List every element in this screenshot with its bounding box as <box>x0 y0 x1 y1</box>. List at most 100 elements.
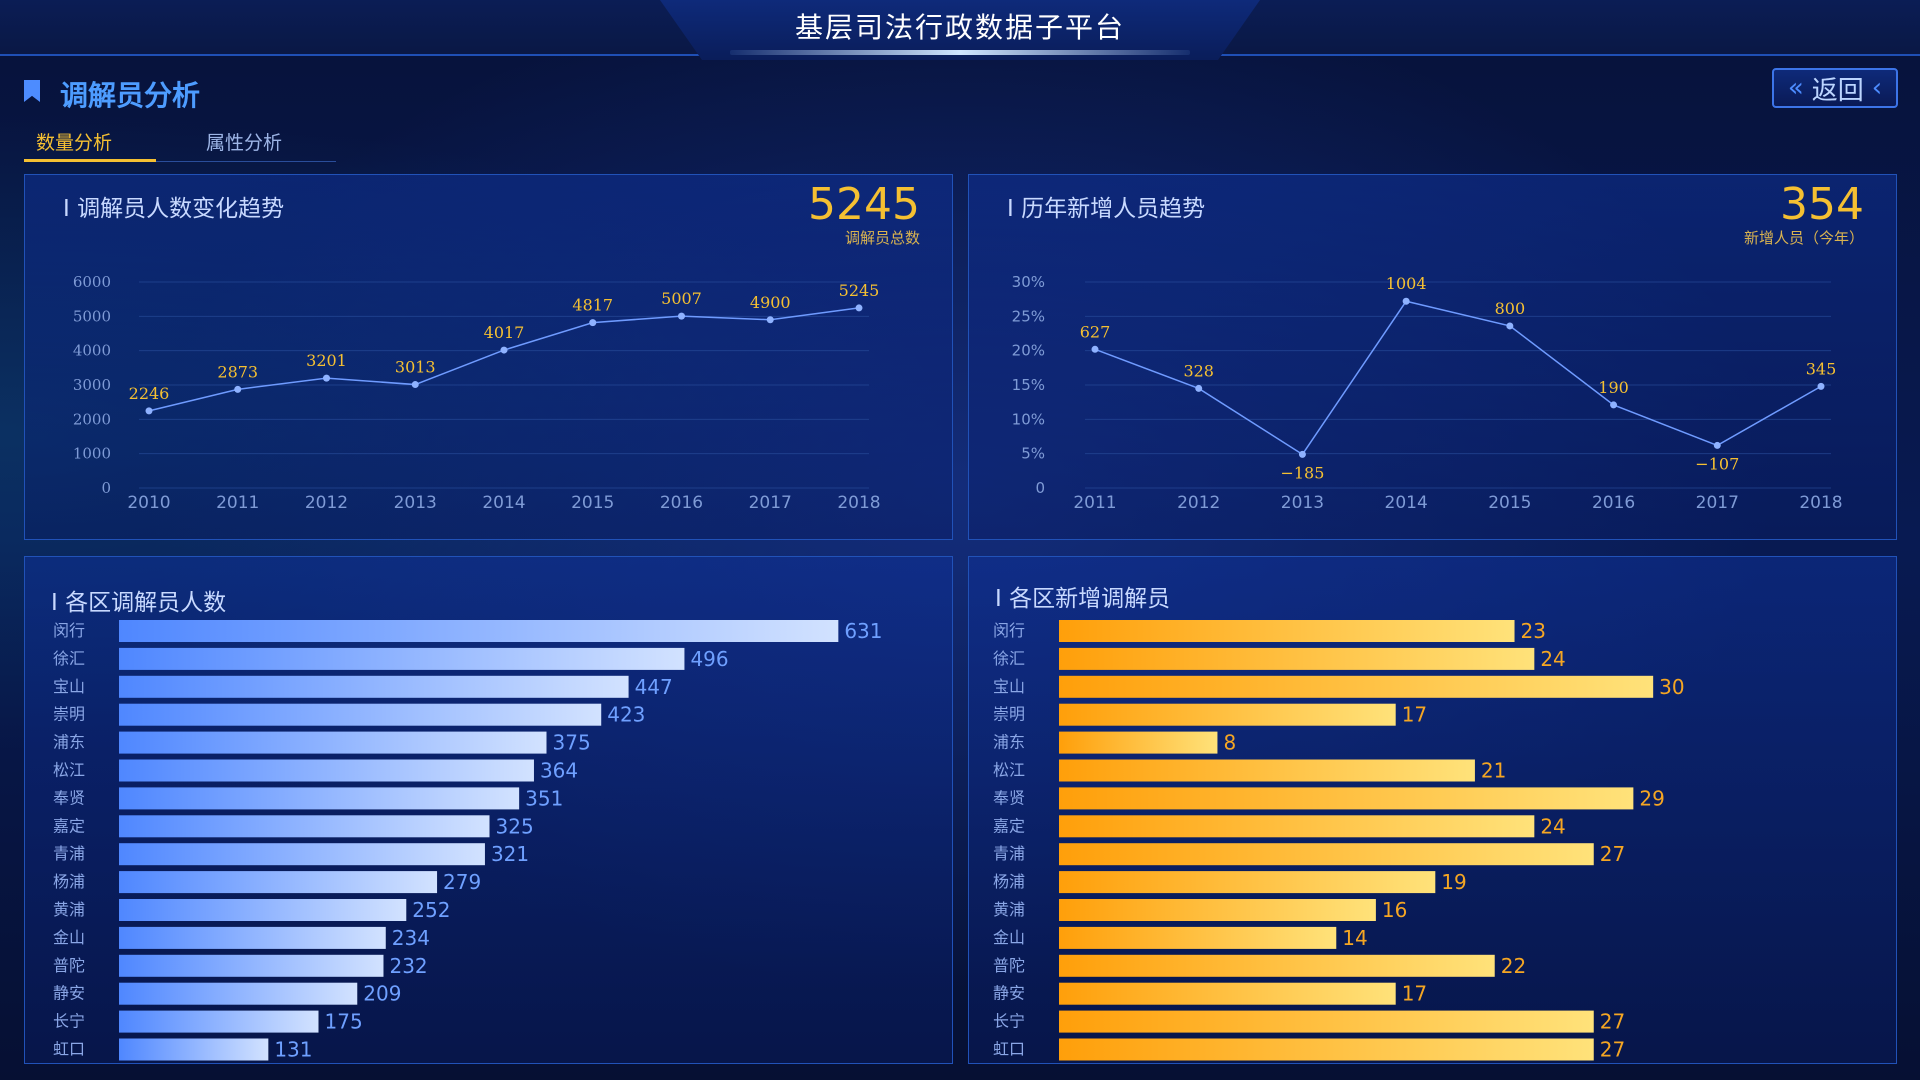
category-label: 黄浦 <box>53 900 85 919</box>
category-label: 金山 <box>993 928 1025 947</box>
data-point <box>766 316 774 324</box>
category-label: 青浦 <box>53 844 85 863</box>
category-label: 闵行 <box>53 621 85 640</box>
bar-value-label: 496 <box>690 647 728 671</box>
category-label: 浦东 <box>993 733 1025 752</box>
line-chart-mediator-count: 0 1000 2000 3000 4000 5000 6000 2010 2011 2012 201… <box>73 273 881 513</box>
bar <box>1059 954 1495 977</box>
bar <box>119 815 490 838</box>
y-tick-label: 4000 <box>73 342 111 360</box>
x-tick-label: 2016 <box>660 493 703 513</box>
bar-chart-district-new: 闵行 23 徐汇 24 宝山 30 崇明 17 浦东 8 松江 21 奉贤 29 嘉定 24 青浦 27 杨浦 19 黄… <box>993 619 1685 1062</box>
bar <box>1059 926 1337 949</box>
page-title: 调解员分析 <box>60 79 201 112</box>
bar-value-label: 24 <box>1540 814 1565 838</box>
data-label: 4900 <box>750 293 791 312</box>
tab-quantity-analysis[interactable]: 数量分析 <box>24 128 156 162</box>
tab-attribute-analysis[interactable]: 属性分析 <box>194 128 294 162</box>
category-label: 宝山 <box>53 677 85 696</box>
category-label: 杨浦 <box>993 872 1025 891</box>
x-tick-label: 2015 <box>571 493 614 513</box>
category-label: 松江 <box>993 761 1025 780</box>
data-label: 3013 <box>395 358 436 377</box>
bar-value-label: 19 <box>1441 870 1466 894</box>
bar-value-label: 8 <box>1223 731 1236 755</box>
category-label: 金山 <box>53 928 85 947</box>
data-point <box>1713 441 1721 449</box>
category-label: 长宁 <box>53 1012 85 1031</box>
bar <box>119 871 438 894</box>
bar-value-label: 364 <box>540 759 578 783</box>
x-tick-label: 2017 <box>749 493 792 513</box>
category-label: 普陀 <box>993 956 1025 975</box>
category-label: 徐汇 <box>53 649 85 668</box>
x-tick-label: 2016 <box>1592 493 1635 513</box>
data-point <box>1402 297 1410 305</box>
bar-value-label: 27 <box>1600 1038 1625 1062</box>
bar <box>119 620 839 642</box>
bar <box>1059 731 1218 754</box>
y-tick-label: 3000 <box>73 376 111 394</box>
data-label: 190 <box>1598 378 1629 397</box>
category-label: 闵行 <box>993 621 1025 640</box>
bar <box>119 926 386 949</box>
y-tick-label: 6000 <box>73 273 111 291</box>
bar-value-label: 22 <box>1501 954 1526 978</box>
x-tick-label: 2014 <box>482 493 525 513</box>
bar-value-label: 209 <box>363 982 401 1006</box>
bar-value-label: 321 <box>491 842 529 866</box>
bar-value-label: 375 <box>553 731 591 755</box>
bar <box>1059 787 1634 810</box>
bar-value-label: 17 <box>1402 703 1427 727</box>
y-tick-label: 2000 <box>73 410 111 428</box>
data-label: 345 <box>1806 359 1837 378</box>
bar <box>119 843 485 866</box>
category-label: 徐汇 <box>993 649 1025 668</box>
dashboard: 基层司法行政数据子平台 调解员分析 « 返回 ‹ 数量分析 属性分析 I 调解员… <box>0 0 1920 1080</box>
bar-value-label: 423 <box>607 703 645 727</box>
x-tick-label: 2011 <box>216 493 259 513</box>
bar <box>1059 675 1654 698</box>
y-tick-label: 5000 <box>73 307 111 325</box>
bar-value-label: 29 <box>1639 786 1664 810</box>
panel-district-mediators: I 各区调解员人数 闵行 631 徐汇 496 宝山 447 崇明 423 浦东 375 松江 364… <box>24 556 953 1064</box>
data-point <box>1610 401 1618 409</box>
bar <box>119 899 407 921</box>
bar <box>119 731 547 754</box>
bar <box>119 647 685 670</box>
app-title: 基层司法行政数据子平台 <box>794 11 1125 44</box>
back-label: 返回 <box>1811 75 1864 106</box>
data-label: 800 <box>1495 299 1526 318</box>
category-label: 奉贤 <box>993 788 1025 807</box>
x-tick-label: 2017 <box>1696 493 1739 513</box>
bar-value-label: 351 <box>525 786 563 810</box>
y-tick-label: 1000 <box>73 445 111 463</box>
bar-value-label: 232 <box>389 954 427 978</box>
category-label: 松江 <box>53 761 85 780</box>
panel-district-new: I 各区新增调解员 闵行 23 徐汇 24 宝山 30 崇明 17 浦东 8 松江 21 奉贤 29 嘉定 2… <box>968 556 1897 1064</box>
data-point <box>589 319 597 327</box>
bar <box>1059 1038 1594 1061</box>
y-tick-label: 15% <box>1012 376 1045 394</box>
bar-value-label: 16 <box>1382 898 1407 922</box>
bookmark-icon <box>24 80 40 102</box>
x-tick-label: 2013 <box>394 493 437 513</box>
bar-value-label: 21 <box>1481 759 1506 783</box>
category-label: 崇明 <box>993 705 1025 724</box>
y-tick-label: 20% <box>1012 342 1045 360</box>
category-label: 宝山 <box>993 677 1025 696</box>
panel-mediator-trend: I 调解员人数变化趋势 5245 调解员总数 0 1000 2000 3000 4000… <box>24 174 953 540</box>
bar <box>119 759 534 782</box>
header-glow-line <box>730 50 1190 55</box>
back-button[interactable]: « 返回 ‹ <box>1772 68 1898 108</box>
bar-value-label: 175 <box>325 1010 363 1034</box>
data-label: 3201 <box>306 351 347 370</box>
x-tick-label: 2018 <box>837 493 880 513</box>
bar <box>119 954 384 977</box>
bar <box>1059 899 1376 921</box>
bar <box>119 703 602 726</box>
x-tick-label: 2010 <box>127 493 170 513</box>
bar <box>1059 871 1436 894</box>
data-label: 1004 <box>1386 274 1427 293</box>
category-label: 虹口 <box>993 1040 1025 1059</box>
